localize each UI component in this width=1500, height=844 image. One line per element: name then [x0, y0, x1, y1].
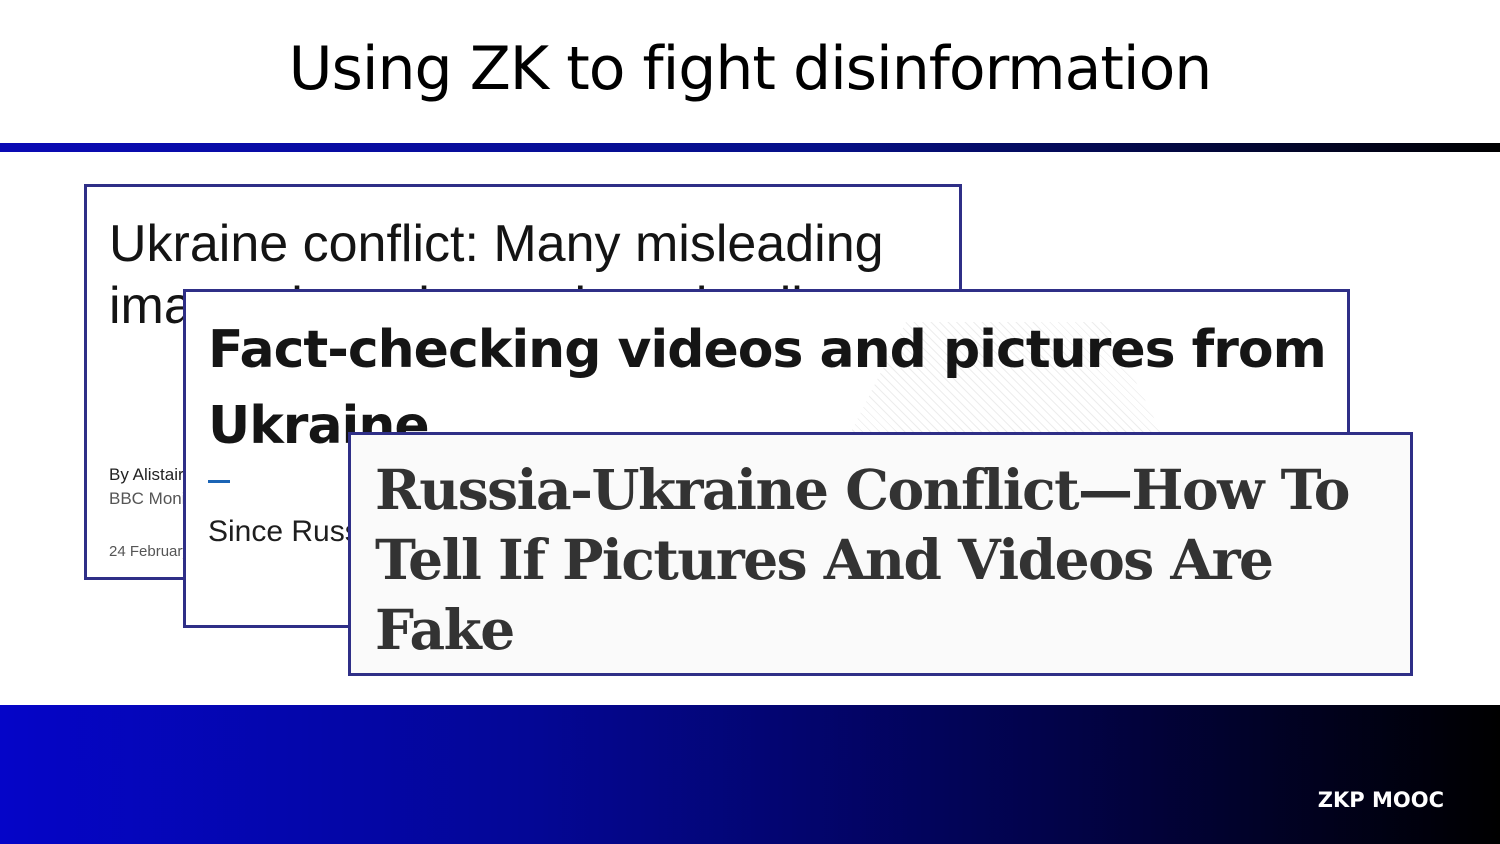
footer-label: ZKP MOOC [1317, 788, 1444, 812]
article-card-forbes: Russia-Ukraine Conflict—How To Tell If P… [348, 432, 1413, 676]
article-date: 24 February [109, 543, 190, 560]
slide-title: Using ZK to fight disinformation [288, 34, 1213, 104]
footer-band [0, 705, 1500, 844]
article-headline: Russia-Ukraine Conflict—How To Tell If P… [375, 457, 1350, 662]
accent-dash [208, 480, 230, 483]
title-divider [0, 143, 1500, 152]
